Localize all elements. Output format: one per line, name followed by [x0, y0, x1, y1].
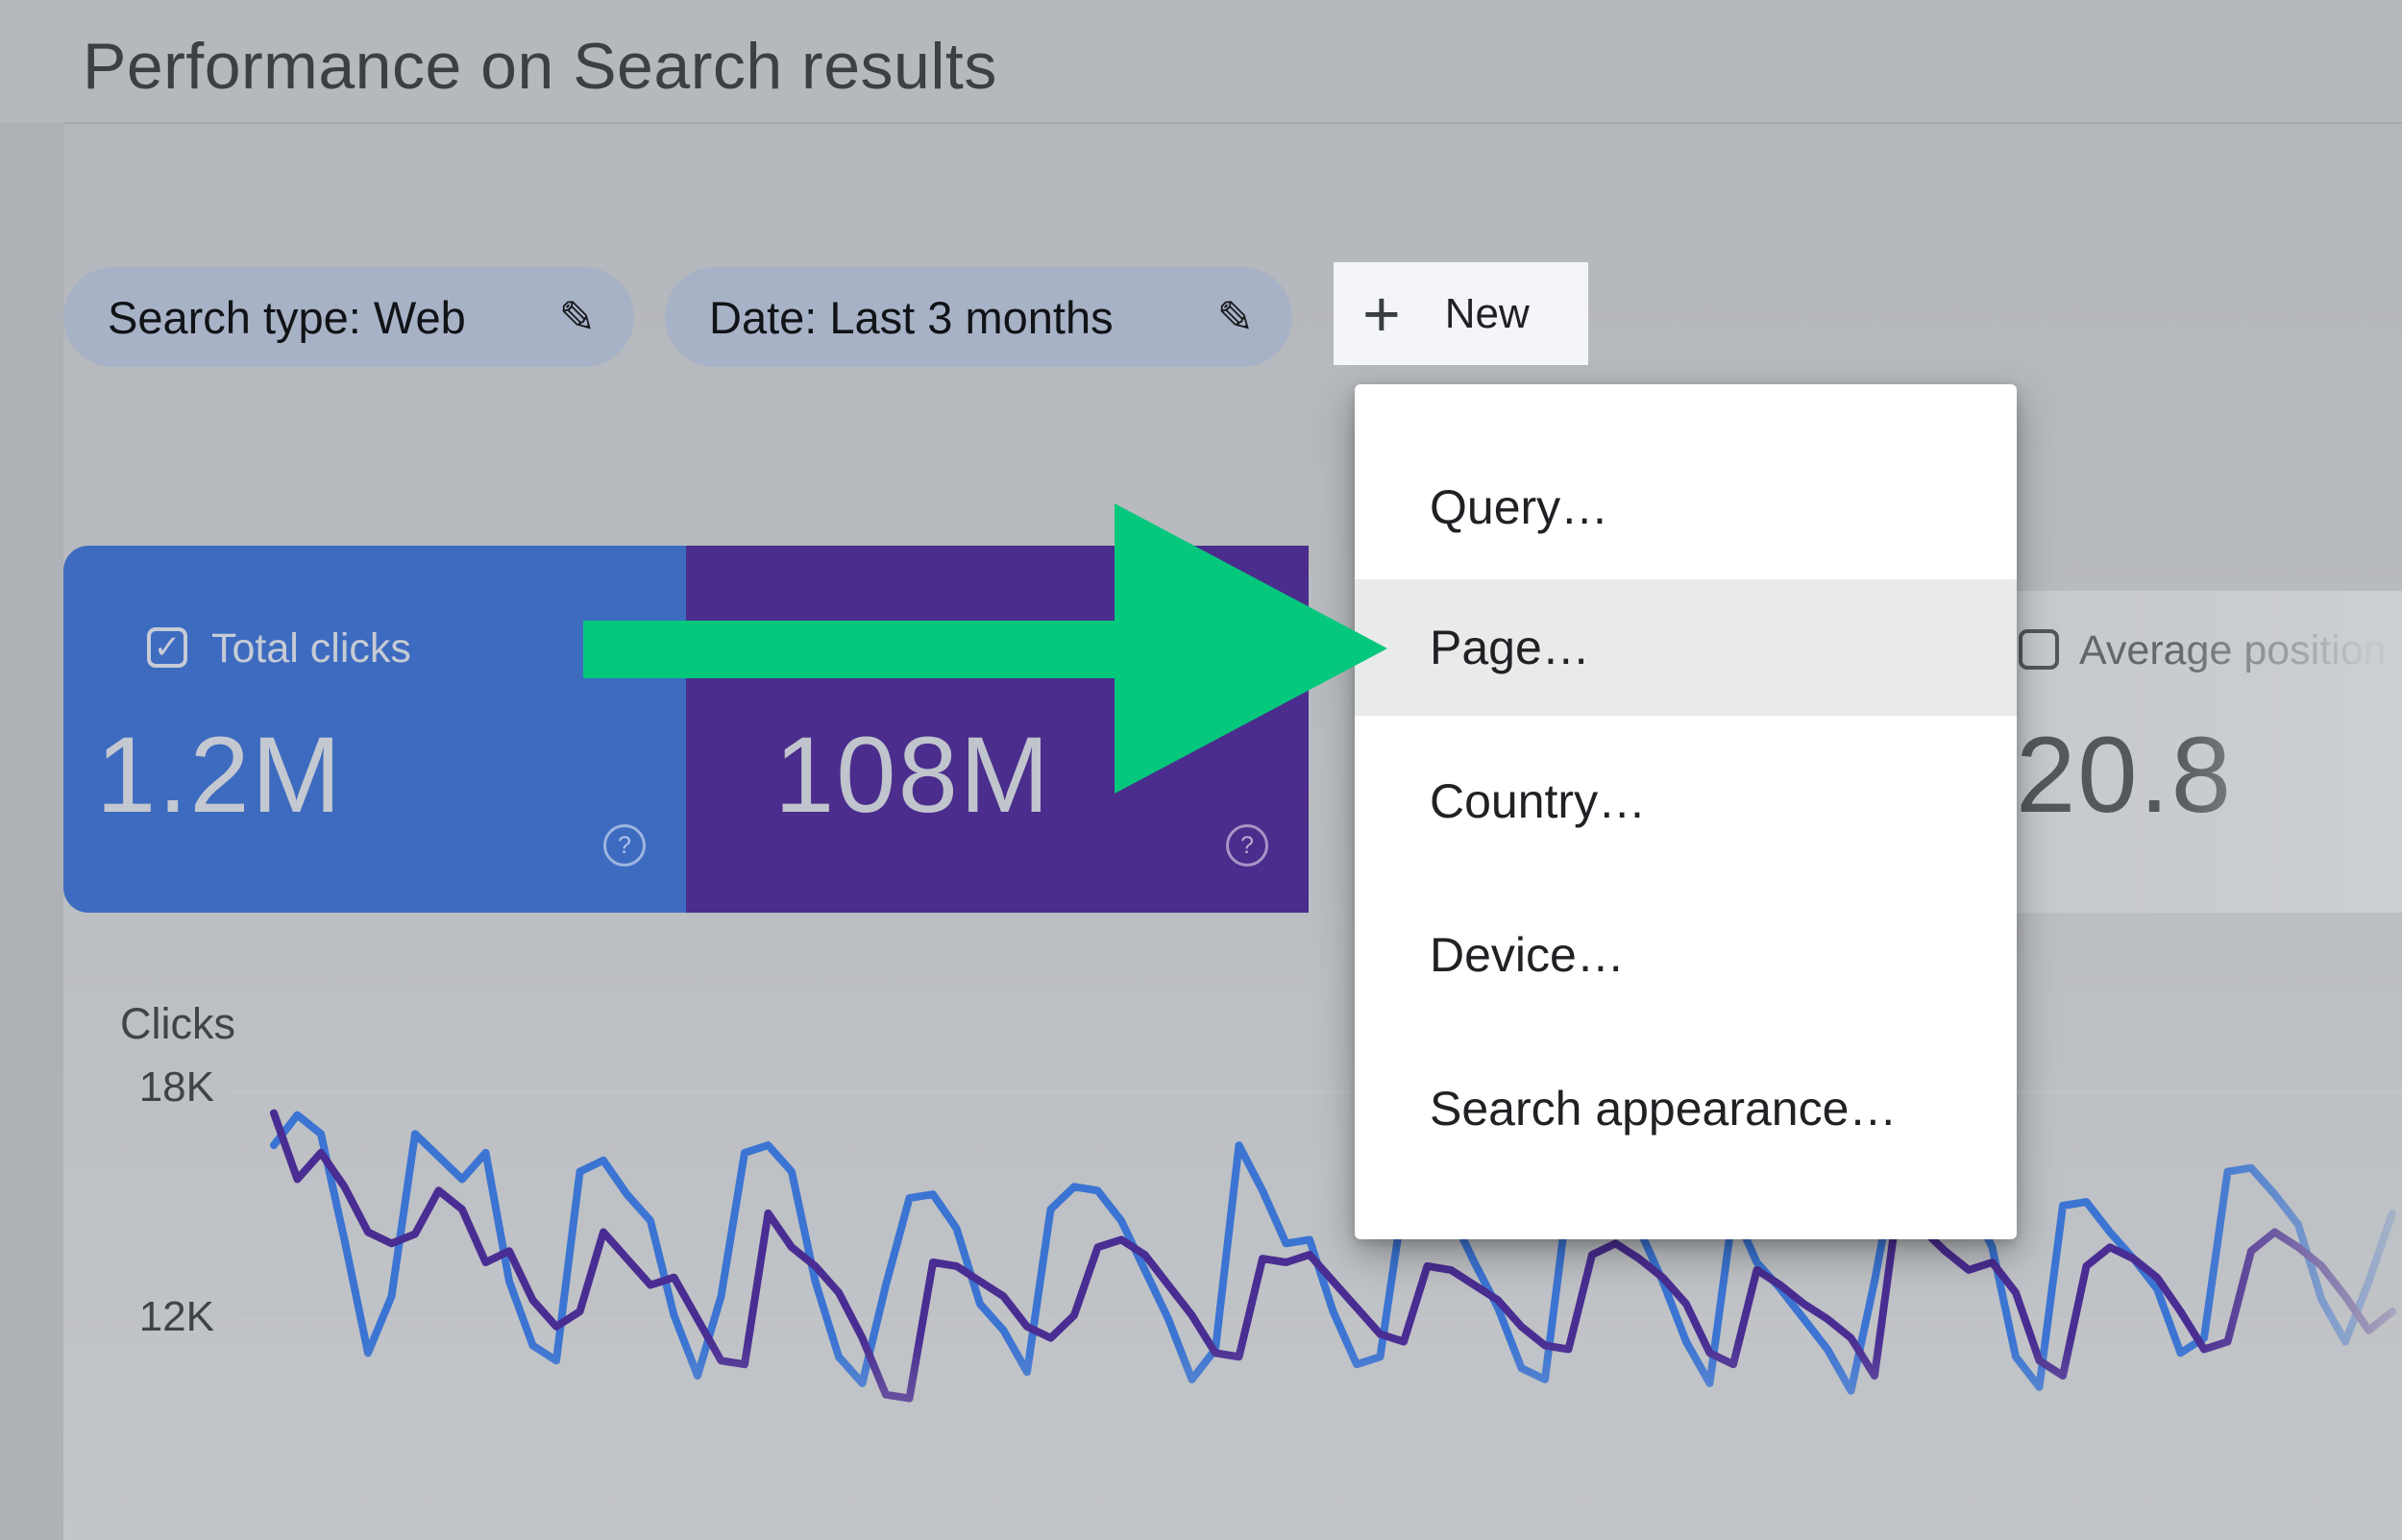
checkbox-check-icon: ✓	[154, 628, 182, 667]
menu-item-device[interactable]: Device…	[1355, 887, 2017, 1023]
plus-icon: +	[1362, 281, 1401, 347]
new-filter-button[interactable]: + New	[1334, 262, 1588, 365]
menu-item-page[interactable]: Page…	[1355, 579, 2017, 716]
y-tick-18k: 18K	[96, 1066, 214, 1109]
right-edge-fade	[2171, 591, 2402, 913]
new-filter-button-label: New	[1445, 290, 1530, 338]
date-filter-chip[interactable]: Date: Last 3 months ✎	[665, 267, 1292, 367]
new-filter-dropdown-menu: Query… Page… Country… Device… Search app…	[1355, 384, 2017, 1239]
help-question-icon[interactable]: ?	[603, 824, 646, 867]
edit-pencil-icon[interactable]: ✎	[558, 295, 596, 339]
menu-item-country[interactable]: Country…	[1355, 733, 2017, 869]
total-impressions-value: 108M	[774, 713, 1051, 837]
search-type-filter-label: Search type: Web	[108, 291, 466, 344]
search-type-filter-chip[interactable]: Search type: Web ✎	[63, 267, 634, 367]
average-position-checkbox[interactable]	[2019, 629, 2059, 670]
menu-item-search-appearance[interactable]: Search appearance…	[1355, 1040, 2017, 1177]
y-tick-12k: 12K	[96, 1296, 214, 1338]
help-question-icon[interactable]: ?	[1226, 824, 1268, 867]
total-clicks-value: 1.2M	[96, 713, 343, 837]
gridline-18k	[233, 1091, 2402, 1093]
edit-pencil-icon[interactable]: ✎	[1216, 295, 1254, 339]
total-clicks-checkbox[interactable]: ✓	[147, 627, 187, 668]
gridline-12k	[233, 1318, 2402, 1320]
page-title: Performance on Search results	[83, 29, 997, 104]
menu-item-query[interactable]: Query…	[1355, 439, 2017, 575]
date-filter-label: Date: Last 3 months	[709, 291, 1114, 344]
total-clicks-label: Total clicks	[211, 625, 411, 672]
header-divider	[63, 122, 2402, 124]
chart-axis-title: Clicks	[120, 999, 235, 1049]
